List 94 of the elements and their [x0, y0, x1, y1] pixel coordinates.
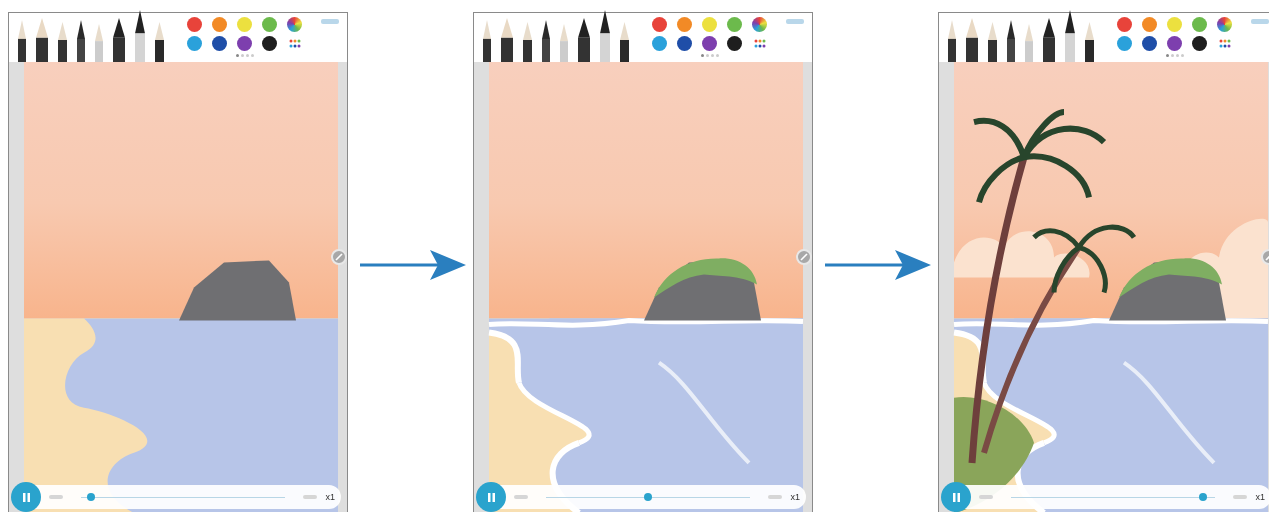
color-swatch[interactable]	[702, 17, 717, 32]
color-swatch[interactable]	[1142, 17, 1157, 32]
pause-icon	[22, 492, 30, 502]
color-swatch[interactable]	[212, 17, 227, 32]
marker-icon	[599, 10, 611, 62]
pencil-icon	[541, 20, 551, 62]
color-swatch[interactable]	[237, 17, 252, 32]
color-swatch[interactable]	[702, 36, 717, 51]
pen-icon	[482, 20, 492, 62]
brush-icon	[35, 18, 49, 62]
color-swatch[interactable]	[1167, 36, 1182, 51]
speed-button[interactable]: x1	[1255, 492, 1265, 502]
color-swatch[interactable]	[727, 36, 742, 51]
pen-tool-button[interactable]	[112, 18, 126, 62]
pen-icon	[522, 22, 533, 62]
pen-tool-button[interactable]	[17, 20, 27, 62]
color-wheel-icon[interactable]	[752, 17, 767, 32]
pencil-icon	[94, 24, 104, 62]
pen-icon	[1084, 22, 1095, 62]
pen-tool-button[interactable]	[577, 18, 591, 62]
page-indicator	[700, 54, 719, 57]
brush-icon	[965, 18, 979, 62]
color-swatch[interactable]	[677, 36, 692, 51]
pencil-icon	[334, 253, 343, 261]
color-swatch[interactable]	[1117, 17, 1132, 32]
pen-tool-button[interactable]	[947, 20, 957, 62]
pen-tool-button[interactable]	[57, 22, 68, 62]
progress-handle[interactable]	[644, 493, 653, 501]
pen-icon	[154, 22, 165, 62]
pen-tool-button[interactable]	[482, 20, 492, 62]
pencil-icon	[76, 20, 86, 62]
color-swatch[interactable]	[727, 17, 742, 32]
color-swatch[interactable]	[212, 36, 227, 51]
color-wheel-icon[interactable]	[1217, 17, 1232, 32]
arrow-icon	[825, 248, 931, 282]
marker-icon	[134, 10, 146, 62]
marker-icon	[1064, 10, 1076, 62]
color-swatch[interactable]	[262, 36, 277, 51]
pen-tool-button[interactable]	[154, 22, 165, 62]
pen-tool-button[interactable]	[522, 22, 533, 62]
page-indicator	[1165, 54, 1184, 57]
pen-tool-button[interactable]	[965, 18, 979, 62]
speed-button[interactable]: x1	[325, 492, 335, 502]
blurred-time	[979, 495, 993, 499]
pen-tool-button[interactable]	[541, 20, 551, 62]
brush-icon	[500, 18, 514, 62]
pen-icon	[619, 22, 630, 62]
blurred-time	[303, 495, 318, 499]
pause-icon	[952, 492, 960, 502]
pen-icon	[947, 20, 957, 62]
pen-tool-button[interactable]	[1064, 10, 1076, 62]
pause-icon	[487, 492, 495, 502]
color-swatch[interactable]	[1192, 36, 1207, 51]
pen-icon	[17, 20, 27, 62]
color-wheel-icon[interactable]	[287, 17, 302, 32]
pen-tool-button[interactable]	[599, 10, 611, 62]
pencil-icon	[799, 253, 808, 261]
arrow-icon	[360, 248, 466, 282]
marker-icon	[1042, 18, 1056, 62]
pen-icon	[987, 22, 998, 62]
pen-tool-button[interactable]	[35, 18, 49, 62]
speed-button[interactable]: x1	[790, 492, 800, 502]
pen-tool-button[interactable]	[1006, 20, 1016, 62]
marker-icon	[577, 18, 591, 62]
pen-icon	[57, 22, 68, 62]
pencil-icon	[559, 24, 569, 62]
blurred-time	[514, 495, 528, 499]
color-swatch[interactable]	[187, 36, 202, 51]
pen-tool-button[interactable]	[500, 18, 514, 62]
blurred-time	[1233, 495, 1248, 499]
color-swatch[interactable]	[1117, 36, 1132, 51]
blurred-time	[768, 495, 783, 499]
pen-tool-button[interactable]	[987, 22, 998, 62]
color-swatch[interactable]	[1192, 17, 1207, 32]
pen-tool-button[interactable]	[76, 20, 86, 62]
progress-handle[interactable]	[87, 493, 96, 501]
color-swatch[interactable]	[652, 36, 667, 51]
color-swatch[interactable]	[677, 17, 692, 32]
marker-icon	[112, 18, 126, 62]
pencil-icon	[1006, 20, 1016, 62]
color-swatch[interactable]	[1142, 36, 1157, 51]
color-swatch[interactable]	[237, 36, 252, 51]
blurred-time	[49, 495, 63, 499]
color-swatch[interactable]	[652, 17, 667, 32]
progress-handle[interactable]	[1199, 493, 1208, 501]
color-swatch[interactable]	[262, 17, 277, 32]
pen-tool-button[interactable]	[1084, 22, 1095, 62]
color-swatch[interactable]	[187, 17, 202, 32]
pen-tool-button[interactable]	[619, 22, 630, 62]
pen-tool-button[interactable]	[1042, 18, 1056, 62]
pen-tool-button[interactable]	[134, 10, 146, 62]
color-swatch[interactable]	[1167, 17, 1182, 32]
page-indicator	[235, 54, 254, 57]
pencil-icon	[1024, 24, 1034, 62]
